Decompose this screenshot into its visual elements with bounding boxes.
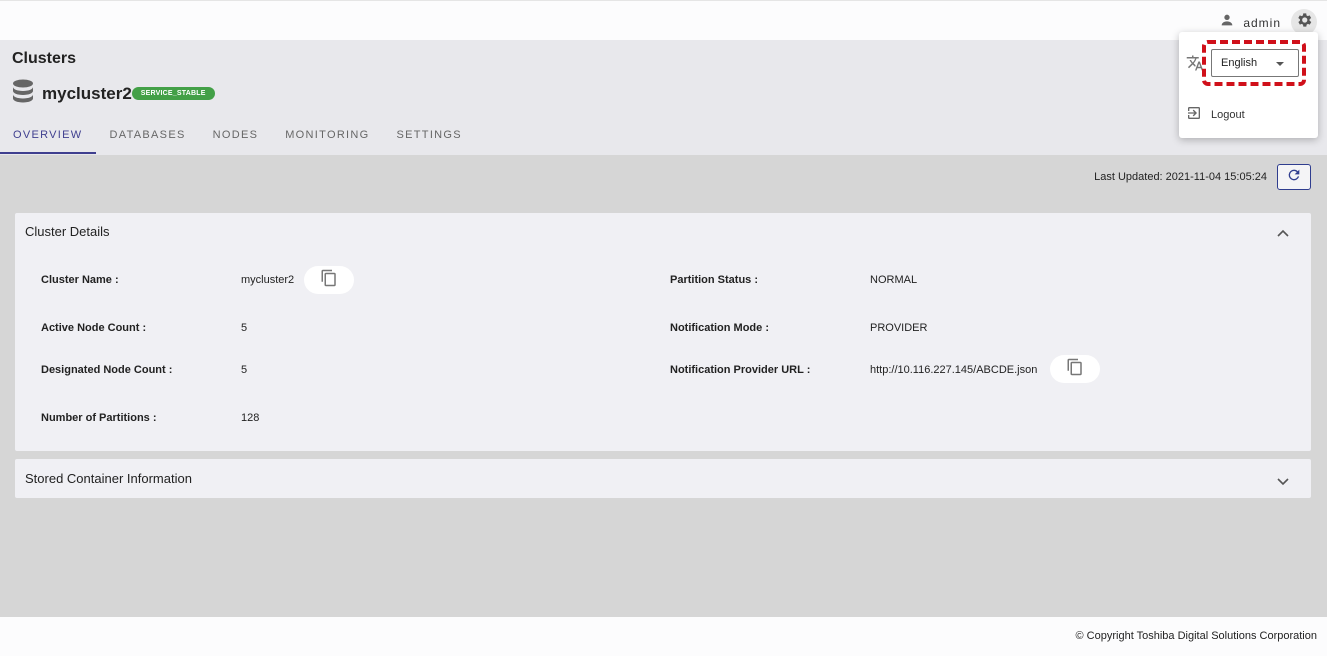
notification-mode-value: PROVIDER (870, 322, 928, 334)
tab-databases[interactable]: DATABASES (97, 120, 199, 154)
notification-mode-label: Notification Mode : (670, 322, 769, 334)
chevron-down-icon[interactable] (1277, 474, 1289, 489)
person-icon (1219, 12, 1235, 33)
dropdown-arrow-icon (1276, 62, 1284, 66)
cluster-name-heading: mycluster2 (42, 83, 132, 103)
copy-icon (320, 269, 338, 292)
designated-node-count-value: 5 (241, 364, 248, 376)
last-updated-text: Last Updated: 2021-11-04 15:05:24 (1094, 171, 1267, 183)
copy-icon (1066, 358, 1084, 381)
status-badge: SERVICE_STABLE (131, 87, 215, 100)
tab-overview[interactable]: OVERVIEW (0, 120, 96, 154)
tab-monitoring[interactable]: MONITORING (272, 120, 382, 154)
cluster-details-panel: Cluster Details Cluster Name : mycluster… (15, 213, 1311, 451)
top-bar: admin (0, 0, 1327, 40)
language-select[interactable]: English (1211, 49, 1299, 77)
partition-status-label: Partition Status : (670, 274, 759, 286)
gear-icon (1295, 11, 1313, 34)
partitions-label: Number of Partitions : (41, 412, 157, 424)
language-value: English (1221, 57, 1258, 69)
tab-bar: OVERVIEW DATABASES NODES MONITORING SETT… (0, 120, 475, 154)
stored-container-header[interactable]: Stored Container Information (15, 459, 1311, 498)
notification-url-value: http://10.116.227.145/ABCDE.json (870, 364, 1038, 376)
tab-settings[interactable]: SETTINGS (384, 120, 475, 154)
user-menu[interactable]: admin (1219, 12, 1281, 33)
tab-nodes[interactable]: NODES (200, 120, 272, 154)
user-name: admin (1243, 15, 1281, 30)
page-title: Clusters (12, 50, 77, 67)
logout-icon (1186, 105, 1202, 124)
designated-node-count-label: Designated Node Count : (41, 364, 173, 376)
logout-label: Logout (1211, 108, 1245, 121)
copy-cluster-name-button[interactable] (304, 266, 354, 294)
cluster-heading: mycluster2 SERVICE_STABLE (12, 79, 215, 108)
chevron-up-icon[interactable] (1277, 225, 1289, 240)
cluster-name-label: Cluster Name : (41, 274, 119, 286)
active-node-count-label: Active Node Count : (41, 322, 147, 334)
panel-title: Cluster Details (25, 223, 110, 239)
partition-status-value: NORMAL (870, 274, 918, 286)
page-header: Clusters mycluster2 SERVICE_STABLE OVERV… (0, 40, 1327, 155)
copyright-text: © Copyright Toshiba Digital Solutions Co… (1075, 630, 1317, 642)
active-node-count-value: 5 (241, 322, 248, 334)
copy-url-button[interactable] (1050, 355, 1100, 383)
settings-menu: English Logout (1179, 32, 1318, 138)
notification-url-label: Notification Provider URL : (670, 364, 811, 376)
database-icon (12, 79, 34, 108)
footer: © Copyright Toshiba Digital Solutions Co… (0, 617, 1327, 656)
partitions-value: 128 (241, 412, 260, 424)
panel-title: Stored Container Information (25, 471, 192, 486)
refresh-button[interactable] (1277, 164, 1311, 190)
logout-menu-item[interactable]: Logout (1186, 105, 1245, 124)
cluster-name-value: mycluster2 (241, 274, 295, 286)
refresh-icon (1286, 167, 1302, 188)
cluster-details-header[interactable]: Cluster Details (15, 213, 1311, 249)
stored-container-panel: Stored Container Information (15, 459, 1311, 498)
